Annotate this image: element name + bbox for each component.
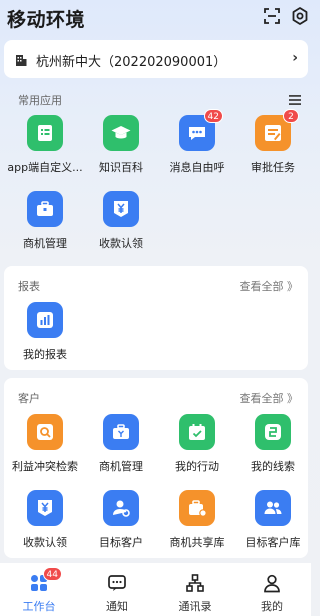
scan-icon[interactable] [262,6,282,26]
app-item[interactable]: 目标客户库 [234,490,312,550]
app-label: 消息自由呼 [169,161,225,174]
app-label: 收款认领 [99,237,143,250]
page-title: 移动环境 [7,9,86,31]
app-label: app端自定义... [7,161,83,174]
tab-notice[interactable]: 通知 [78,563,156,616]
tab-label: 我的 [261,600,283,613]
tab-label: 通知 [106,600,128,613]
top-bar: 移动环境 [0,0,311,34]
profile-icon [262,573,282,593]
briefcase-icon [103,414,139,450]
chat-icon: 42 [179,109,223,151]
app-item[interactable]: 收款认领 [6,490,84,550]
badge-count: 42 [203,109,223,123]
calendar-check-icon [179,414,215,450]
app-label: 目标客户库 [245,536,301,549]
bar-chart-icon [27,302,63,338]
app-label: 商机管理 [23,237,67,250]
badge-count: 2 [283,109,299,123]
contacts-icon [185,573,205,593]
app-label: 审批任务 [251,161,295,174]
app-label: 商机共享库 [169,536,225,549]
badge-count: 44 [42,567,62,581]
settings-icon[interactable] [290,6,310,26]
target-user-icon [103,490,139,526]
customers-card: 客户 查看全部 》 利益冲突检索 商机管理 我的行动 我的线索 收款认领 目标客… [4,378,308,558]
section-title-common: 常用应用 [18,94,62,107]
search-doc-icon [27,414,63,450]
building-icon [14,52,28,66]
app-label: 我的报表 [23,348,67,361]
approval-icon: 2 [255,109,299,151]
app-label: 商机管理 [99,460,143,473]
app-item[interactable]: 2 审批任务 [234,109,312,175]
app-label: 我的线索 [251,460,295,473]
reports-card: 报表 查看全部 》 我的报表 [4,266,308,370]
organization-selector[interactable]: 杭州新中大（202202090001） › [4,40,308,78]
shared-briefcase-icon [179,490,215,526]
clue-icon [255,414,291,450]
app-item[interactable]: 收款认领 [82,191,160,251]
user-group-icon [255,490,291,526]
app-label: 我的行动 [175,460,219,473]
app-item[interactable]: 商机管理 [82,414,160,474]
app-item[interactable]: 商机管理 [6,191,84,251]
app-label: 知识百科 [99,161,143,174]
payment-claim-icon [103,191,139,227]
app-label: 利益冲突检索 [12,460,78,473]
section-title-reports: 报表 [18,280,40,293]
app-item[interactable]: app端自定义... [6,115,84,175]
menu-icon[interactable] [288,91,302,105]
payment-claim-icon [27,490,63,526]
briefcase-icon [27,191,63,227]
app-label: 目标客户 [99,536,143,549]
view-all-link[interactable]: 查看全部 》 [240,278,299,294]
app-item[interactable]: 42 消息自由呼 [158,109,236,175]
tab-label: 通讯录 [178,600,212,613]
tab-label: 工作台 [22,600,56,613]
app-item[interactable]: 商机共享库 [158,490,236,550]
section-title-customers: 客户 [18,392,40,405]
app-item[interactable]: 利益冲突检索 [6,414,84,474]
view-all-link[interactable]: 查看全部 》 [240,390,299,406]
organization-name: 杭州新中大（202202090001） [36,55,227,70]
app-label: 收款认领 [23,536,67,549]
app-item[interactable]: 我的行动 [158,414,236,474]
tab-profile[interactable]: 我的 [233,563,311,616]
notice-icon [107,573,127,593]
app-item[interactable]: 我的报表 [6,302,84,362]
tab-contacts[interactable]: 通讯录 [156,563,234,616]
app-item[interactable]: 我的线索 [234,414,312,474]
graduation-cap-icon [103,115,139,151]
app-item[interactable]: 知识百科 [82,115,160,175]
form-icon [27,115,63,151]
bottom-tab-bar: 44 工作台 通知 通讯录 我的 [0,563,311,616]
app-item[interactable]: 目标客户 [82,490,160,550]
chevron-right-icon: › [292,50,298,66]
tab-workbench[interactable]: 44 工作台 [0,563,78,616]
